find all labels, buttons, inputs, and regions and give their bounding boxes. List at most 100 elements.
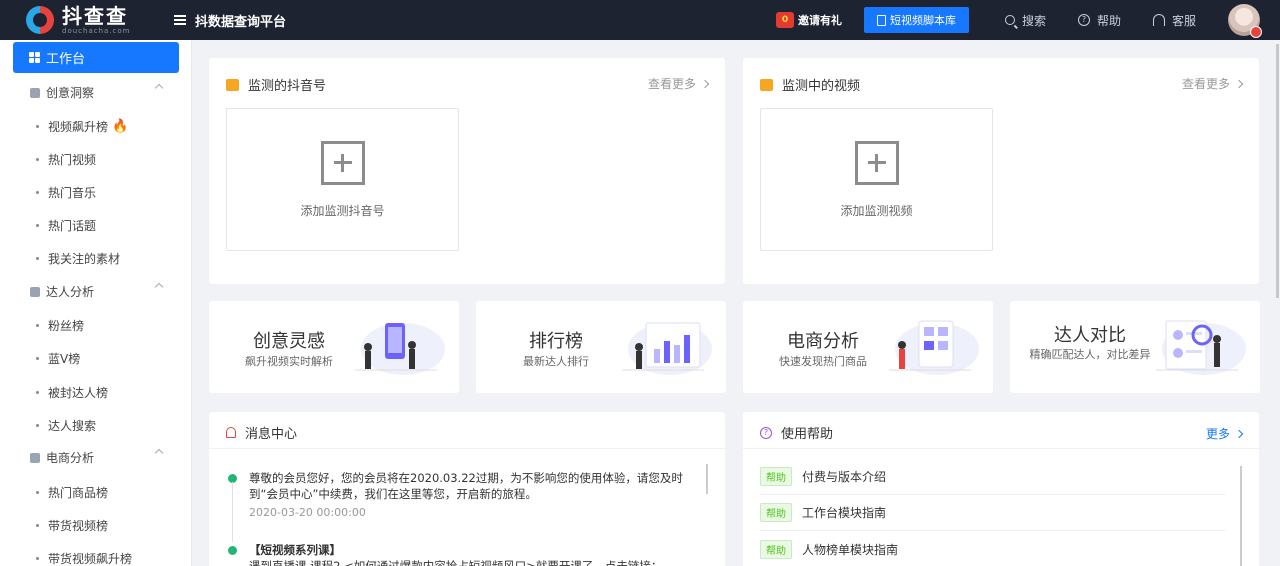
hamburger-icon[interactable] bbox=[174, 15, 186, 25]
sidebar-group-label: 电商分析 bbox=[46, 451, 95, 465]
message-text: 【短视频系列课】 bbox=[249, 543, 341, 557]
question-icon: ? bbox=[1077, 14, 1090, 26]
search-icon bbox=[1004, 15, 1015, 25]
message-text: 遇到直播课 课程2 <如何通过爆款内容抢占短视频风口>就要开课了，点击链接： bbox=[249, 559, 663, 566]
sidebar-item-label: 粉丝榜 bbox=[48, 319, 85, 333]
scrollbar[interactable] bbox=[706, 464, 708, 494]
chevron-up-icon bbox=[154, 83, 164, 93]
search-link[interactable]: 搜索 bbox=[1004, 12, 1046, 29]
sidebar-item-banned-rank[interactable]: 被封达人榜 bbox=[36, 384, 108, 401]
feature-card-ranking[interactable]: 排行榜 最新达人排行 bbox=[476, 301, 726, 393]
card-title: 使用帮助 bbox=[781, 427, 834, 442]
plus-icon bbox=[320, 140, 365, 185]
status-dot bbox=[228, 546, 237, 555]
sidebar-item-hot-goods[interactable]: 热门商品榜 bbox=[36, 484, 108, 501]
add-monitor-account-button[interactable]: 添加监测抖音号 bbox=[226, 108, 459, 251]
help-text: 付费与版本介绍 bbox=[802, 470, 887, 484]
avatar[interactable] bbox=[1228, 4, 1262, 38]
more-label: 更多 bbox=[1205, 427, 1230, 441]
feature-title: 达人对比 bbox=[1054, 325, 1126, 346]
sidebar: 工作台 创意洞察 视频飙升榜 🔥 热门视频 热门音乐 热门话题 我关注的素材 达… bbox=[0, 40, 192, 566]
scrollbar[interactable] bbox=[1240, 466, 1242, 566]
sidebar-item-influencer-search[interactable]: 达人搜索 bbox=[36, 417, 96, 434]
sidebar-item-hot-topic[interactable]: 热门话题 bbox=[36, 217, 96, 234]
fire-icon: 🔥 bbox=[112, 119, 129, 134]
view-more-link[interactable]: 查看更多 bbox=[1182, 75, 1244, 92]
sidebar-item-fans-rank[interactable]: 粉丝榜 bbox=[36, 317, 84, 334]
sidebar-item-label: 视频飙升榜 bbox=[48, 120, 109, 134]
sidebar-item-label: 工作台 bbox=[46, 52, 86, 67]
avatar-badge bbox=[1250, 26, 1262, 38]
sidebar-group-label: 达人分析 bbox=[46, 285, 95, 299]
sidebar-item-workbench[interactable]: 工作台 bbox=[13, 42, 179, 73]
help-text: 人物榜单模块指南 bbox=[802, 542, 899, 557]
invite-link[interactable]: 0 邀请有礼 bbox=[775, 12, 842, 28]
compare-illustration-icon bbox=[1156, 320, 1246, 375]
help-text: 工作台模块指南 bbox=[802, 506, 887, 520]
sidebar-group-label: 创意洞察 bbox=[46, 86, 95, 100]
help-item[interactable]: 帮助 人物榜单模块指南 bbox=[760, 531, 1226, 566]
help-more-link[interactable]: 更多 bbox=[1205, 425, 1244, 442]
help-item[interactable]: 帮助 付费与版本介绍 bbox=[760, 459, 1226, 495]
sidebar-item-hot-video[interactable]: 热门视频 bbox=[36, 151, 96, 168]
feature-card-ecommerce[interactable]: 电商分析 快速发现热门商品 bbox=[743, 301, 993, 393]
service-label: 客服 bbox=[1171, 13, 1196, 28]
message-text: 尊敬的会员您好，您的会员将在2020.03.22过期，为不影响您的使用体验，请您… bbox=[249, 471, 683, 501]
feature-card-creative[interactable]: 创意灵感 飙升视频实时解析 bbox=[209, 301, 459, 393]
sidebar-item-sales-video-rising[interactable]: 带货视频飙升榜 bbox=[36, 550, 132, 566]
sidebar-item-label: 热门话题 bbox=[48, 219, 97, 233]
feature-title: 排行榜 bbox=[529, 331, 583, 352]
bullet-dot bbox=[36, 391, 39, 394]
help-tag: 帮助 bbox=[760, 539, 792, 559]
bullet-dot bbox=[36, 158, 39, 161]
help-link[interactable]: ? 帮助 bbox=[1077, 12, 1121, 29]
service-link[interactable]: 客服 bbox=[1152, 12, 1196, 29]
search-label: 搜索 bbox=[1021, 13, 1046, 28]
sidebar-group-creative[interactable]: 创意洞察 bbox=[30, 83, 164, 101]
page-scrollbar[interactable] bbox=[1276, 44, 1279, 298]
plus-icon bbox=[854, 140, 899, 185]
sidebar-group-ecommerce[interactable]: 电商分析 bbox=[30, 448, 164, 466]
video-icon bbox=[760, 78, 773, 91]
add-monitor-video-button[interactable]: 添加监测视频 bbox=[760, 108, 993, 251]
monitor-video-card: 监测中的视频 查看更多 添加监测视频 bbox=[743, 58, 1259, 284]
bullet-dot bbox=[36, 424, 39, 427]
help-tag: 帮助 bbox=[760, 467, 792, 486]
chevron-right-icon bbox=[700, 79, 710, 88]
bullet-dot bbox=[36, 324, 39, 327]
sidebar-item-sales-video[interactable]: 带货视频榜 bbox=[36, 517, 108, 534]
feature-subtitle: 最新达人排行 bbox=[523, 355, 589, 368]
sidebar-item-hot-music[interactable]: 热门音乐 bbox=[36, 184, 96, 201]
card-title: 监测中的视频 bbox=[782, 79, 861, 94]
menu-toggle[interactable]: 抖数据查询平台 bbox=[174, 11, 286, 30]
feature-subtitle: 精确匹配达人，对比差异 bbox=[1029, 348, 1151, 361]
feature-title: 创意灵感 bbox=[253, 331, 325, 352]
add-label: 添加监测抖音号 bbox=[300, 203, 385, 218]
sidebar-item-label: 热门音乐 bbox=[48, 186, 97, 200]
view-more-link[interactable]: 查看更多 bbox=[648, 75, 710, 92]
gear-icon bbox=[30, 87, 40, 98]
bullet-dot bbox=[36, 224, 39, 227]
sidebar-item-label: 被封达人榜 bbox=[48, 386, 109, 400]
help-item[interactable]: 帮助 工作台模块指南 bbox=[760, 495, 1226, 531]
feature-card-compare[interactable]: 达人对比 精确匹配达人，对比差异 bbox=[1010, 301, 1260, 393]
logo-title: 抖查查 bbox=[62, 3, 128, 28]
logo[interactable]: 抖查查 douchacha.com bbox=[0, 0, 170, 40]
sidebar-item-bluev-rank[interactable]: 蓝V榜 bbox=[36, 350, 80, 367]
message-time: 2020-03-20 00:00:00 bbox=[249, 506, 366, 519]
sidebar-item-label: 热门商品榜 bbox=[48, 486, 109, 500]
sidebar-item-followed-material[interactable]: 我关注的素材 bbox=[36, 250, 120, 267]
script-library-button[interactable]: 短视频脚本库 bbox=[863, 7, 969, 33]
sidebar-item-label: 达人搜索 bbox=[48, 419, 97, 433]
feature-title: 电商分析 bbox=[787, 331, 859, 352]
bullet-dot bbox=[36, 357, 39, 360]
feature-subtitle: 飙升视频实时解析 bbox=[245, 355, 333, 368]
ecommerce-illustration-icon bbox=[889, 320, 979, 375]
invite-label: 邀请有礼 bbox=[797, 14, 842, 27]
top-bar: 抖查查 douchacha.com 抖数据查询平台 0 邀请有礼 短视频脚本库 … bbox=[0, 0, 1280, 40]
question-icon: ? bbox=[760, 426, 772, 439]
sidebar-item-video-rising[interactable]: 视频飙升榜 🔥 bbox=[36, 118, 128, 135]
chevron-right-icon bbox=[1234, 429, 1244, 438]
sidebar-group-influencer[interactable]: 达人分析 bbox=[30, 282, 164, 300]
creative-illustration-icon bbox=[355, 323, 445, 375]
